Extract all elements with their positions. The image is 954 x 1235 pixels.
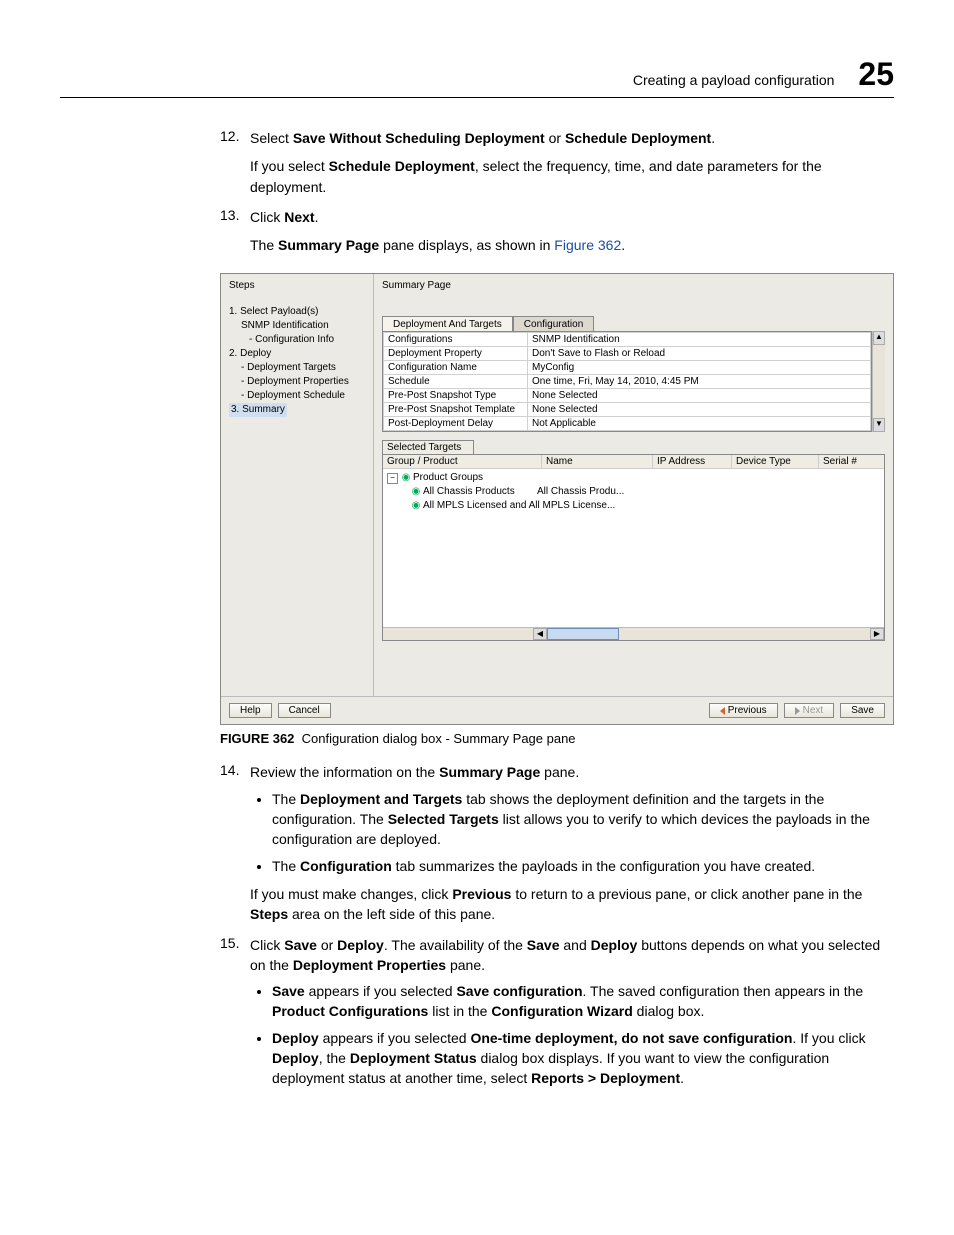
step-number: 15. — [220, 935, 242, 1093]
figure-362: Steps 1. Select Payload(s) SNMP Identifi… — [220, 273, 894, 746]
col-type[interactable]: Device Type — [732, 455, 819, 468]
targets-tree[interactable]: −◉Product Groups ◉All Chassis Products A… — [383, 469, 884, 515]
col-ip[interactable]: IP Address — [653, 455, 732, 468]
selected-targets-header: Selected Targets — [382, 440, 474, 455]
help-button[interactable]: Help — [229, 703, 272, 718]
product-icon: ◉ — [411, 499, 421, 513]
selected-targets-table: Group / Product Name IP Address Device T… — [382, 454, 885, 641]
step-number: 13. — [220, 207, 242, 256]
config-table: ConfigurationsSNMP Identification Deploy… — [383, 332, 871, 431]
next-button: Next — [784, 703, 835, 718]
scroll-up-icon[interactable]: ▲ — [873, 331, 885, 345]
step-number: 12. — [220, 128, 242, 197]
folder-icon: ◉ — [401, 471, 411, 485]
vertical-scrollbar[interactable]: ▲ ▼ — [872, 331, 885, 432]
tree-collapse-icon[interactable]: − — [387, 473, 398, 484]
steps-panel-title: Steps — [229, 280, 365, 291]
pane-title: Summary Page — [382, 280, 885, 291]
tab-configuration[interactable]: Configuration — [513, 316, 594, 332]
figure-ref-link[interactable]: Figure 362 — [554, 237, 621, 253]
step-number: 14. — [220, 762, 242, 924]
product-icon: ◉ — [411, 485, 421, 499]
scroll-left-icon[interactable]: ◀ — [533, 628, 547, 640]
col-name[interactable]: Name — [542, 455, 653, 468]
page-section-title: Creating a payload configuration — [633, 72, 835, 88]
scroll-right-icon[interactable]: ▶ — [870, 628, 884, 640]
arrow-left-icon — [720, 707, 725, 715]
step-text: Click Next. The Summary Page pane displa… — [250, 207, 894, 256]
chapter-number: 25 — [858, 56, 894, 93]
save-button[interactable]: Save — [840, 703, 885, 718]
scroll-down-icon[interactable]: ▼ — [873, 418, 885, 432]
arrow-right-icon — [795, 707, 800, 715]
horizontal-scrollbar[interactable]: ◀ ▶ — [383, 627, 884, 640]
step-text: Review the information on the Summary Pa… — [250, 762, 894, 924]
col-serial[interactable]: Serial # — [819, 455, 884, 468]
tab-deployment-targets[interactable]: Deployment And Targets — [382, 316, 513, 332]
header-rule — [60, 97, 894, 98]
steps-selected[interactable]: 3. Summary — [229, 403, 287, 417]
step-text: Select Save Without Scheduling Deploymen… — [250, 128, 894, 197]
figure-caption: FIGURE 362 Configuration dialog box - Su… — [220, 731, 894, 746]
steps-tree: 1. Select Payload(s) SNMP Identification… — [229, 305, 365, 417]
step-text: Click Save or Deploy. The availability o… — [250, 935, 894, 1093]
scroll-thumb[interactable] — [547, 628, 619, 640]
cancel-button[interactable]: Cancel — [278, 703, 331, 718]
previous-button[interactable]: Previous — [709, 703, 778, 718]
col-group[interactable]: Group / Product — [383, 455, 542, 468]
